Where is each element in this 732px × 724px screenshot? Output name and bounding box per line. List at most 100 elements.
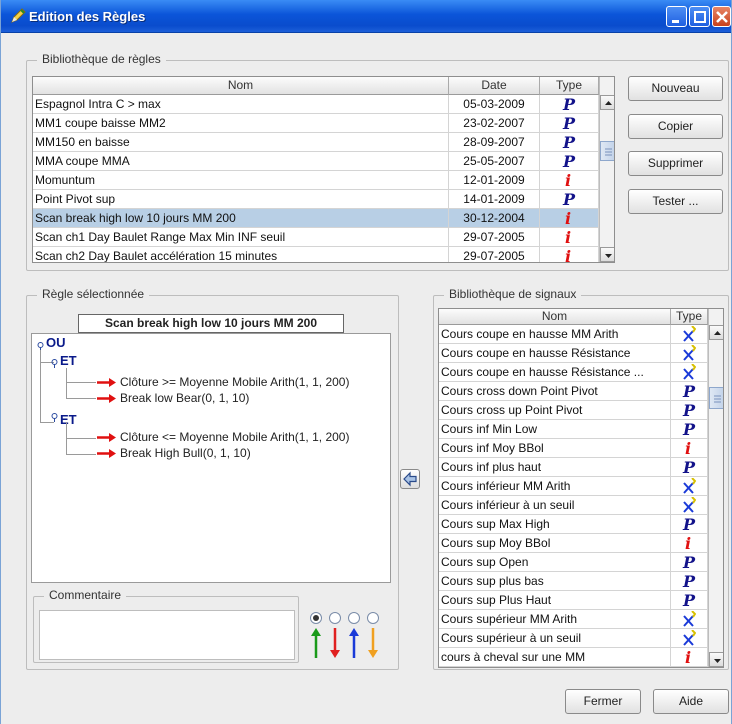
- tree-node-or[interactable]: OU: [46, 335, 66, 350]
- delete-button[interactable]: Supprimer: [628, 151, 723, 176]
- signal-row[interactable]: Cours sup Open P: [439, 553, 708, 572]
- signal-row[interactable]: Cours inf Min Low P: [439, 420, 708, 439]
- scroll-down-arrow-icon[interactable]: [709, 652, 723, 667]
- signal-type: [671, 477, 708, 496]
- signal-row[interactable]: Cours sup Moy BBol i: [439, 534, 708, 553]
- signal-type: P: [671, 553, 708, 572]
- maximize-button[interactable]: [689, 6, 710, 27]
- rules-scrollbar[interactable]: [599, 77, 614, 262]
- signal-name: Cours sup plus bas: [439, 572, 671, 591]
- rule-date: 29-07-2005: [449, 228, 540, 247]
- selected-rule-name: Scan break high low 10 jours MM 200: [78, 314, 344, 333]
- rule-row[interactable]: Scan ch1 Day Baulet Range Max Min INF se…: [33, 228, 599, 247]
- tree-node-and-1[interactable]: ET: [60, 353, 77, 368]
- signal-row[interactable]: Cours inf plus haut P: [439, 458, 708, 477]
- signal-row[interactable]: Cours sup Max High P: [439, 515, 708, 534]
- svg-text:i: i: [565, 172, 571, 188]
- svg-text:P: P: [682, 459, 696, 475]
- column-header-type[interactable]: Type: [540, 77, 599, 95]
- signal-row[interactable]: Cours coupe en hausse MM Arith: [439, 325, 708, 344]
- color-radio-green[interactable]: [310, 612, 322, 624]
- tree-collapse-icon[interactable]: [50, 413, 59, 422]
- rule-type: i: [540, 171, 599, 190]
- signal-name: Cours inf Moy BBol: [439, 439, 671, 458]
- type-i-icon: i: [562, 247, 576, 263]
- green-up-arrow-icon: [311, 628, 321, 658]
- svg-text:i: i: [685, 535, 691, 551]
- add-signal-button[interactable]: [400, 469, 420, 489]
- signal-row[interactable]: Cours sup Plus Haut P: [439, 591, 708, 610]
- column-header-date[interactable]: Date: [449, 77, 540, 95]
- tree-collapse-icon[interactable]: [50, 359, 59, 368]
- signal-name: cours à cheval sur une MM: [439, 648, 671, 667]
- signal-row[interactable]: Cours cross down Point Pivot P: [439, 382, 708, 401]
- signals-scrollbar[interactable]: [708, 309, 723, 667]
- close-button[interactable]: Fermer: [565, 689, 641, 714]
- type-i-icon: i: [562, 209, 576, 228]
- signal-name: Cours supérieur à un seuil: [439, 629, 671, 648]
- signal-row[interactable]: Cours coupe en hausse Résistance ...: [439, 363, 708, 382]
- signal-row[interactable]: Cours inf Moy BBol i: [439, 439, 708, 458]
- pen-icon: [11, 8, 26, 23]
- signal-row[interactable]: Cours supérieur à un seuil: [439, 629, 708, 648]
- rule-row[interactable]: Scan break high low 10 jours MM 200 30-12…: [33, 209, 599, 228]
- rule-row[interactable]: MM1 coupe baisse MM2 23-02-2007 P: [33, 114, 599, 133]
- signal-name: Cours cross up Point Pivot: [439, 401, 671, 420]
- svg-text:P: P: [562, 115, 576, 131]
- scroll-up-arrow-icon[interactable]: [600, 95, 614, 110]
- scroll-down-arrow-icon[interactable]: [600, 247, 614, 262]
- rule-name: MM1 coupe baisse MM2: [33, 114, 449, 133]
- rule-row[interactable]: MM150 en baisse 28-09-2007 P: [33, 133, 599, 152]
- rule-row[interactable]: MMA coupe MMA 25-05-2007 P: [33, 152, 599, 171]
- scroll-thumb[interactable]: [600, 141, 614, 161]
- tree-condition[interactable]: Clôture >= Moyenne Mobile Arith(1, 1, 20…: [120, 375, 349, 389]
- type-x-icon: [682, 496, 697, 515]
- rule-row[interactable]: Point Pivot sup 14-01-2009 P: [33, 190, 599, 209]
- color-radio-red[interactable]: [329, 612, 341, 624]
- signals-column-header-type[interactable]: Type: [671, 309, 708, 325]
- rule-name: Espagnol Intra C > max: [33, 95, 449, 114]
- signals-column-header-name[interactable]: Nom: [439, 309, 671, 325]
- svg-text:i: i: [565, 229, 571, 245]
- signal-row[interactable]: cours à cheval sur une MM i: [439, 648, 708, 667]
- signal-row[interactable]: Cours supérieur MM Arith: [439, 610, 708, 629]
- signal-row[interactable]: Cours inférieur MM Arith: [439, 477, 708, 496]
- tree-condition[interactable]: Break low Bear(0, 1, 10): [120, 391, 249, 405]
- svg-text:P: P: [682, 573, 696, 589]
- type-p-icon: P: [682, 572, 696, 591]
- signal-type: P: [671, 382, 708, 401]
- signals-table: Nom Type Cours coupe en hausse MM Arith C…: [438, 308, 724, 668]
- svg-text:P: P: [682, 592, 696, 608]
- color-radio-orange[interactable]: [367, 612, 379, 624]
- svg-text:i: i: [565, 248, 571, 263]
- tree-node-and-2[interactable]: ET: [60, 412, 77, 427]
- signal-row[interactable]: Cours cross up Point Pivot P: [439, 401, 708, 420]
- copy-button[interactable]: Copier: [628, 114, 723, 139]
- minimize-button[interactable]: [666, 6, 687, 27]
- rule-tree[interactable]: OU ET Clôture >= Moyenne Mobile Arith(1,…: [31, 333, 391, 583]
- signal-row[interactable]: Cours sup plus bas P: [439, 572, 708, 591]
- signal-row[interactable]: Cours inférieur à un seuil: [439, 496, 708, 515]
- tree-condition[interactable]: Clôture <= Moyenne Mobile Arith(1, 1, 20…: [120, 430, 349, 444]
- scroll-thumb[interactable]: [709, 387, 723, 409]
- column-header-name[interactable]: Nom: [33, 77, 449, 95]
- scroll-up-arrow-icon[interactable]: [709, 325, 723, 340]
- rule-row[interactable]: Espagnol Intra C > max 05-03-2009 P: [33, 95, 599, 114]
- new-button[interactable]: Nouveau: [628, 76, 723, 101]
- rule-row[interactable]: Momuntum 12-01-2009 i: [33, 171, 599, 190]
- signal-name: Cours inférieur à un seuil: [439, 496, 671, 515]
- color-radio-blue[interactable]: [348, 612, 360, 624]
- test-button[interactable]: Tester ...: [628, 189, 723, 214]
- rule-row[interactable]: Scan ch2 Day Baulet accélération 15 minu…: [33, 247, 599, 263]
- signal-row[interactable]: Cours coupe en hausse Résistance: [439, 344, 708, 363]
- tree-condition[interactable]: Break High Bull(0, 1, 10): [120, 446, 251, 460]
- comment-field[interactable]: [39, 610, 295, 660]
- help-button[interactable]: Aide: [653, 689, 729, 714]
- type-x-icon: [682, 344, 697, 363]
- close-window-button[interactable]: [712, 6, 731, 27]
- type-p-icon: P: [562, 95, 576, 114]
- red-arrow-icon: [97, 433, 116, 442]
- rule-type: i: [540, 247, 599, 263]
- type-p-icon: P: [682, 591, 696, 610]
- signal-type: [671, 610, 708, 629]
